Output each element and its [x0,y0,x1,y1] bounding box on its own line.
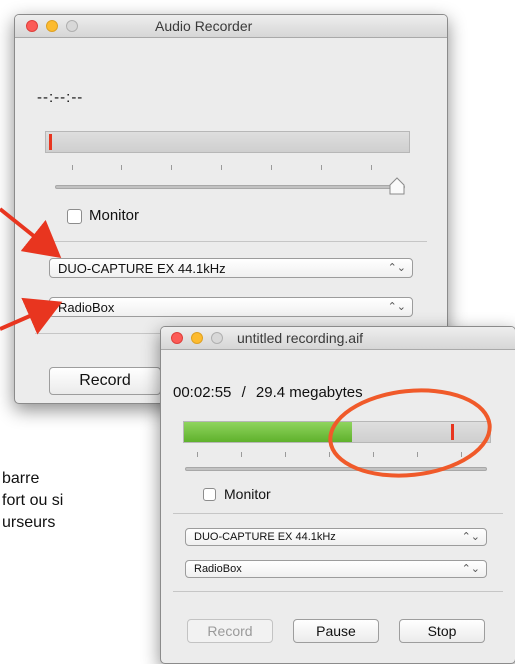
arrow-annotation [0,297,63,335]
annotation-overlay [0,207,492,478]
arrow-annotation [0,207,62,258]
ellipse-annotation [328,388,492,478]
